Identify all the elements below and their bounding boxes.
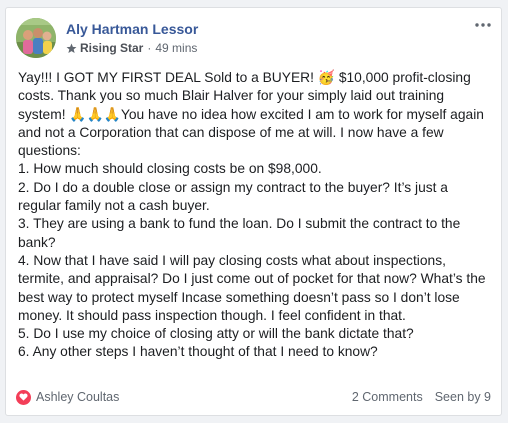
question-item: 5. Do I use my choice of closing atty or… (18, 326, 414, 342)
avatar-photo (16, 18, 56, 58)
post-timestamp[interactable]: 49 mins (155, 41, 197, 55)
author-name[interactable]: Aly Hartman Lessor (66, 21, 198, 37)
post-text-intro: Yay!!! I GOT MY FIRST DEAL Sold to a BUY… (18, 70, 318, 85)
post-footer: Ashley Coultas 2 Comments Seen by 9 (16, 387, 491, 407)
post-card: Aly Hartman Lessor Rising Star · 49 mins… (5, 7, 502, 416)
question-item: 3. They are using a bank to fund the loa… (18, 216, 465, 250)
member-badge[interactable]: Rising Star (80, 41, 143, 55)
comments-count[interactable]: 2 Comments (352, 390, 423, 404)
more-options-icon (475, 23, 491, 27)
question-item: 4. Now that I have said I will pay closi… (18, 252, 490, 323)
question-item: 1. How much should closing costs be on $… (18, 161, 322, 177)
author-avatar[interactable] (16, 18, 56, 58)
reaction-summary[interactable]: Ashley Coultas (36, 390, 352, 404)
post-meta: Rising Star · 49 mins (66, 41, 197, 55)
praying-hands-emoji: 🙏🙏🙏 (69, 106, 121, 123)
seen-by-count[interactable]: Seen by 9 (435, 390, 491, 404)
post-body: Yay!!! I GOT MY FIRST DEAL Sold to a BUY… (18, 69, 493, 362)
more-options-button[interactable] (473, 18, 493, 32)
question-item: 2. Do I do a double close or assign my c… (18, 179, 452, 214)
star-badge-icon (66, 43, 77, 53)
heart-icon[interactable] (16, 389, 31, 405)
meta-separator: · (147, 41, 152, 55)
question-item: 6. Any other steps I haven’t thought of … (18, 344, 378, 360)
heart-glyph (19, 393, 28, 401)
party-face-emoji: 🥳 (317, 70, 335, 86)
